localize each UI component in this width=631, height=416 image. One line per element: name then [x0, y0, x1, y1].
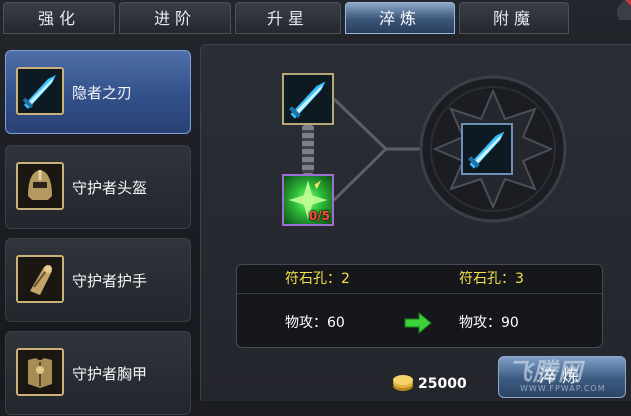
- before-physical-attack: 物攻：60: [285, 315, 345, 331]
- equipment-list: 隐者之刃 守护者头盔 守护者护手 守护者胸甲: [0, 46, 196, 415]
- tab-bar: 强化 进阶 升星 淬炼 附魔: [0, 0, 631, 36]
- helmet-icon: [16, 162, 64, 210]
- item-label: 隐者之刃: [72, 84, 133, 102]
- tab-advance[interactable]: 进阶: [119, 2, 231, 34]
- tab-strengthen[interactable]: 强化: [3, 2, 115, 34]
- list-item-guardian-gauntlet[interactable]: 守护者护手: [5, 238, 191, 322]
- item-label: 守护者头盔: [72, 179, 148, 197]
- blade-icon: [463, 125, 511, 173]
- stats-comparison: 符石孔：2 符石孔：3 物攻：60 物攻：90: [236, 264, 603, 348]
- stone-count: 0/5: [308, 209, 330, 223]
- before-rune-holes: 符石孔：2: [285, 271, 350, 287]
- list-item-hermit-blade[interactable]: 隐者之刃: [5, 50, 191, 134]
- base-equipment-slot[interactable]: [282, 73, 334, 125]
- refine-button[interactable]: 淬炼: [498, 356, 626, 398]
- tab-refine[interactable]: 淬炼: [345, 2, 455, 34]
- cost-value: 25000: [418, 376, 467, 392]
- window-corner-icon: [617, 0, 631, 20]
- item-label: 守护者护手: [72, 272, 148, 290]
- chain-connector: [302, 125, 314, 174]
- list-item-guardian-helmet[interactable]: 守护者头盔: [5, 145, 191, 229]
- after-physical-attack: 物攻：90: [459, 315, 519, 331]
- item-label: 守护者胸甲: [72, 365, 148, 383]
- result-equipment-slot[interactable]: [461, 123, 513, 175]
- chestplate-icon: [16, 348, 64, 396]
- after-rune-holes: 符石孔：3: [459, 271, 524, 287]
- tab-enchant[interactable]: 附魔: [459, 2, 569, 34]
- divider: [237, 293, 602, 294]
- gauntlet-icon: [16, 255, 64, 303]
- gold-coin-icon: [393, 375, 413, 391]
- rune-stone-slot[interactable]: 0/5: [282, 174, 334, 226]
- refine-panel: 0/5 符石孔：2 符石孔：3 物攻：60 物攻：90: [200, 44, 631, 401]
- refine-screen: 强化 进阶 升星 淬炼 附魔 隐者之刃 守护者头盔 守护者护手 守护者胸甲 0/…: [0, 0, 631, 415]
- tab-star-up[interactable]: 升星: [235, 2, 341, 34]
- list-item-guardian-chestplate[interactable]: 守护者胸甲: [5, 331, 191, 415]
- blade-icon: [16, 67, 64, 115]
- arrow-right-icon: [404, 311, 432, 335]
- blade-icon: [284, 75, 332, 123]
